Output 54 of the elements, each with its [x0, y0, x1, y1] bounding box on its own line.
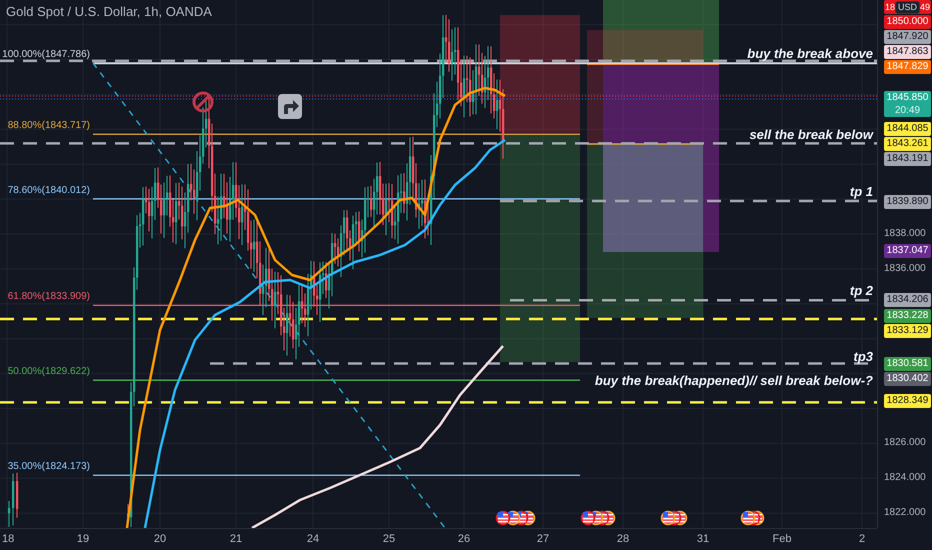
event-flags-icon[interactable]: [740, 510, 764, 526]
time-axis-label: 25: [382, 533, 396, 545]
price-tag: 1828.349: [884, 394, 931, 408]
price-tag: 1847.920: [884, 30, 931, 44]
price-tag: 1837.047: [884, 244, 931, 258]
price-fragment: 18: [885, 1, 896, 14]
price-tag: 1839.890: [884, 195, 931, 209]
time-axis-label: 18: [2, 533, 14, 545]
price-axis-label: 1826.000: [884, 437, 926, 450]
price-tag: 1833.228: [884, 309, 931, 323]
time-axis-label: 31: [696, 533, 710, 545]
event-flags-icon[interactable]: [580, 510, 616, 526]
price-axis-label: 1836.000: [884, 262, 926, 275]
price-tag: 1830.402: [884, 372, 931, 386]
time-axis-label: 27: [536, 533, 550, 545]
time-axis-label: 20: [154, 533, 166, 545]
chart-annotation: sell the break below: [749, 128, 873, 142]
price-tag: 1833.129: [884, 324, 931, 338]
circle-slash-icon: [192, 92, 214, 112]
price-axis-label: 1824.000: [884, 472, 926, 484]
chart-annotation: tp 1: [850, 185, 873, 199]
chart-title: Gold Spot / U.S. Dollar, 1h, OANDA: [6, 5, 212, 19]
price-tag: 1830.581: [884, 357, 931, 371]
price-tag: 1847.863: [884, 45, 931, 59]
fib-level-label: 78.60%(1840.012): [8, 184, 90, 198]
price-tag: 1834.206: [884, 293, 931, 307]
price-tag: 1843.261: [884, 137, 931, 151]
chart-annotation: tp3: [854, 350, 873, 364]
time-axis-label: Feb: [772, 533, 792, 545]
event-flags-icon[interactable]: [660, 510, 688, 526]
fib-level-label: 88.80%(1843.717): [8, 119, 90, 134]
event-flags-icon[interactable]: [496, 510, 536, 526]
chart-annotation: tp 2: [850, 284, 873, 298]
price-tag: 1844.085: [884, 122, 931, 136]
time-axis-label: 2: [858, 533, 866, 545]
chart-annotation: buy the break(happened)// sell break below-?: [594, 374, 873, 388]
fib-level-label: 35.00%(1824.173): [8, 460, 90, 474]
time-axis-label: 21: [230, 533, 242, 545]
fib-level-label: 50.00%(1829.622): [8, 365, 90, 380]
fib-level-label: 61.80%(1833.909): [8, 290, 90, 304]
time-axis-label: 24: [306, 533, 320, 545]
price-axis-label: 1822.000: [884, 507, 926, 520]
chart-annotation: buy the break above: [747, 47, 873, 61]
price-fragment: 49: [920, 1, 930, 14]
fib-level-label: 100.00%(1847.786): [2, 48, 90, 62]
time-axis-label: 28: [616, 533, 630, 545]
price-tag: 1850.000: [884, 15, 931, 29]
currency-button[interactable]: USD: [895, 0, 920, 14]
price-axis-label: 1838.000: [884, 228, 926, 240]
time-axis-label: 26: [458, 533, 470, 545]
price-tag: 1843.191: [884, 152, 931, 166]
price-tag: 1845.850 20:49: [884, 91, 931, 117]
price-tag: 1847.829: [884, 60, 931, 74]
time-axis-label: 19: [76, 533, 90, 545]
